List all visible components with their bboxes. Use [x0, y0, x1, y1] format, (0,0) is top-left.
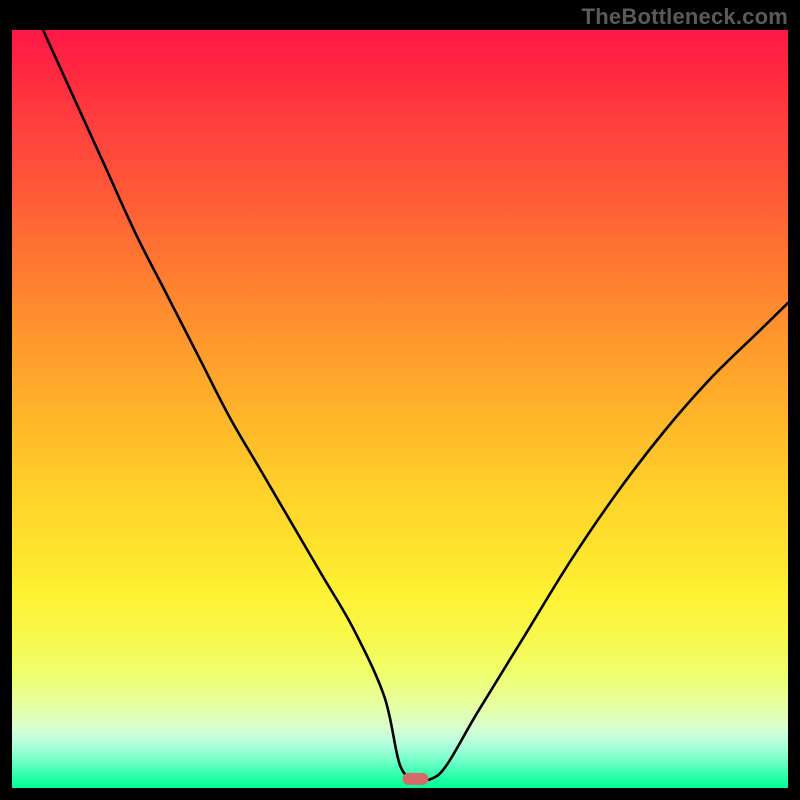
- plot-area: [12, 30, 788, 788]
- chart-svg: [12, 30, 788, 788]
- bottleneck-curve: [43, 30, 788, 781]
- chart-frame: TheBottleneck.com: [0, 0, 800, 800]
- watermark-text: TheBottleneck.com: [582, 4, 788, 30]
- minimum-marker: [403, 773, 429, 785]
